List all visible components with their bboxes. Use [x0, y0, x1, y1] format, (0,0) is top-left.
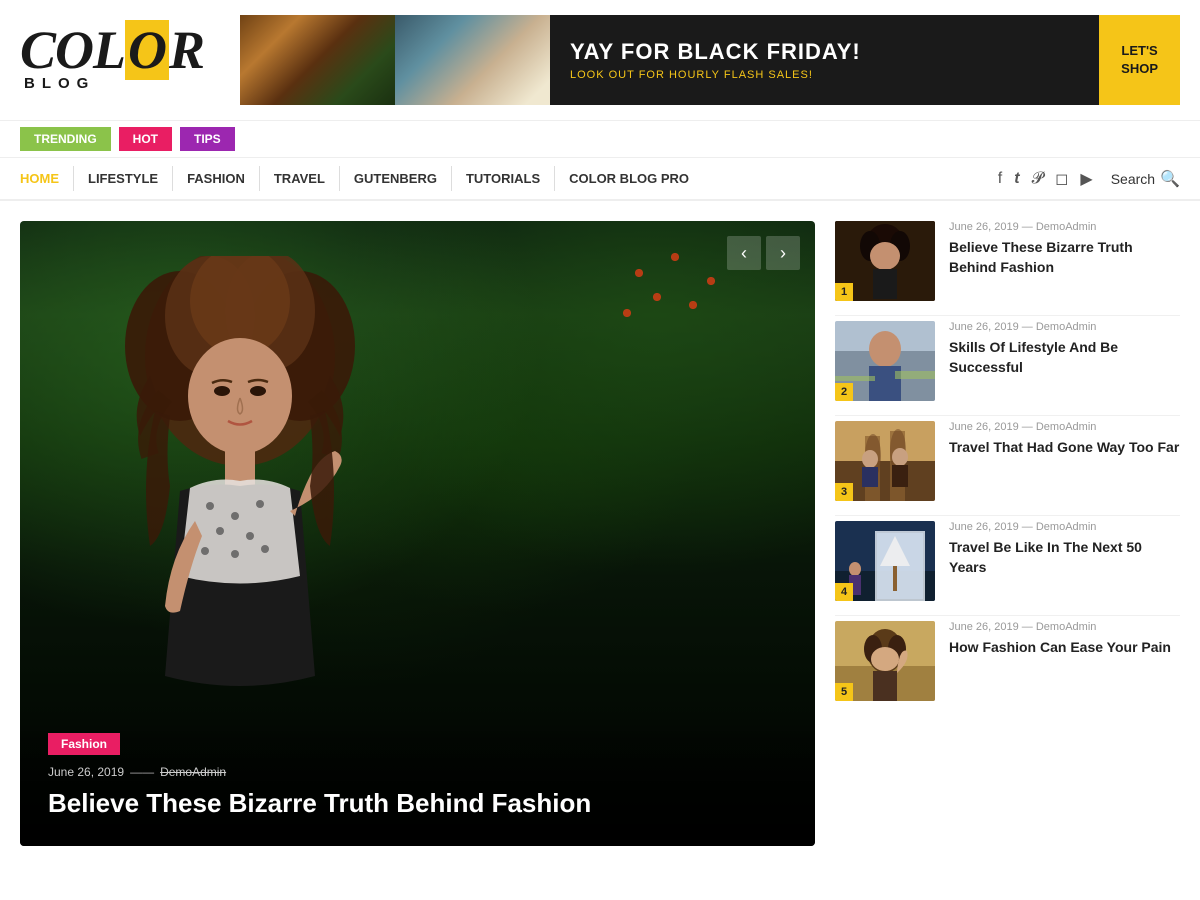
nav-colorblogpro[interactable]: COLOR BLOG PRO	[555, 166, 703, 191]
sidebar-thumb-2: 2	[835, 321, 935, 401]
sidebar-post-2-title[interactable]: Skills Of Lifestyle And Be Successful	[949, 338, 1180, 377]
thumb-num-1: 1	[835, 283, 853, 301]
sidebar-post-5-info: June 26, 2019 — DemoAdmin How Fashion Ca…	[949, 621, 1180, 658]
sidebar-post-2: 2 June 26, 2019 — DemoAdmin Skills Of Li…	[835, 321, 1180, 416]
sidebar-post-1: 1 June 26, 2019 — DemoAdmin Believe Thes…	[835, 221, 1180, 316]
sidebar-post-5-title[interactable]: How Fashion Can Ease Your Pain	[949, 638, 1180, 658]
ad-image-left	[240, 15, 395, 105]
youtube-icon[interactable]: ▶	[1080, 169, 1092, 189]
slider-date: June 26, 2019	[48, 765, 124, 779]
slider-author: DemoAdmin	[160, 765, 226, 779]
header: COLOR BLOG YAY FOR BLACK FRIDAY! LOOK OU…	[0, 0, 1200, 120]
sidebar-post-3-info: June 26, 2019 — DemoAdmin Travel That Ha…	[949, 421, 1180, 458]
nav-tutorials[interactable]: TUTORIALS	[452, 166, 555, 191]
sidebar-post-1-meta: June 26, 2019 — DemoAdmin	[949, 221, 1180, 233]
berries-layer	[615, 241, 735, 321]
ad-cta-button[interactable]: LET'S SHOP	[1099, 15, 1180, 105]
ad-banner: YAY FOR BLACK FRIDAY! LOOK OUT FOR HOURL…	[240, 15, 1180, 105]
tips-tag[interactable]: TIpS	[180, 127, 235, 151]
person-svg	[50, 256, 430, 746]
thumb-num-3: 3	[835, 483, 853, 501]
hot-tag[interactable]: HOT	[119, 127, 172, 151]
ad-image-right	[395, 15, 550, 105]
tag-nav: TRENDING HOT TIpS	[0, 120, 1200, 158]
logo-color-text: COLOR	[20, 28, 220, 74]
nav-travel[interactable]: TRAVEL	[260, 166, 340, 191]
sidebar-post-2-info: June 26, 2019 — DemoAdmin Skills Of Life…	[949, 321, 1180, 377]
slider-arrows: ‹ ›	[727, 236, 800, 270]
sidebar-thumb-1: 1	[835, 221, 935, 301]
facebook-icon[interactable]: f	[998, 170, 1002, 188]
slider-overlay: Fashion June 26, 2019 —— DemoAdmin Belie…	[20, 708, 815, 846]
instagram-icon[interactable]: ◻	[1055, 169, 1068, 189]
sidebar-post-2-meta: June 26, 2019 — DemoAdmin	[949, 321, 1180, 333]
social-icons: f t 𝓟 ◻ ▶	[998, 169, 1093, 189]
sidebar-post-1-title[interactable]: Believe These Bizarre Truth Behind Fashi…	[949, 238, 1180, 277]
person-figure	[50, 256, 430, 746]
main-slider: ‹ › Fashion June 26, 2019 —— DemoAdmin B…	[20, 221, 815, 846]
category-tag[interactable]: Fashion	[48, 733, 120, 755]
nav-home[interactable]: HOME	[20, 166, 74, 191]
sidebar-post-4-title[interactable]: Travel Be Like In The Next 50 Years	[949, 538, 1180, 577]
slider-divider: ——	[130, 765, 154, 779]
twitter-icon[interactable]: t	[1014, 170, 1019, 188]
sidebar-post-4-meta: June 26, 2019 — DemoAdmin	[949, 521, 1180, 533]
sidebar-post-1-info: June 26, 2019 — DemoAdmin Believe These …	[949, 221, 1180, 277]
sidebar-post-4: 4 June 26, 2019 — DemoAdmin Travel Be Li…	[835, 521, 1180, 616]
trending-tag[interactable]: TRENDING	[20, 127, 111, 151]
sidebar: 1 June 26, 2019 — DemoAdmin Believe Thes…	[835, 221, 1180, 846]
sidebar-thumb-3: 3	[835, 421, 935, 501]
nav-lifestyle[interactable]: LIFESTYLE	[74, 166, 173, 191]
sidebar-post-4-info: June 26, 2019 — DemoAdmin Travel Be Like…	[949, 521, 1180, 577]
thumb-num-4: 4	[835, 583, 853, 601]
ad-headline: YAY FOR BLACK FRIDAY!	[570, 39, 1079, 65]
sidebar-post-3-meta: June 26, 2019 — DemoAdmin	[949, 421, 1180, 433]
sidebar-post-5: 5 June 26, 2019 — DemoAdmin How Fashion …	[835, 621, 1180, 715]
main-nav: HOME LIFESTYLE FASHION TRAVEL GUTENBERG …	[0, 158, 1200, 201]
post-meta-slider: June 26, 2019 —— DemoAdmin	[48, 765, 787, 779]
ad-text-area: YAY FOR BLACK FRIDAY! LOOK OUT FOR HOURL…	[550, 15, 1099, 105]
pinterest-icon[interactable]: 𝓟	[1032, 170, 1044, 188]
sidebar-post-3-title[interactable]: Travel That Had Gone Way Too Far	[949, 438, 1180, 458]
next-arrow[interactable]: ›	[766, 236, 800, 270]
search-icon: 🔍	[1160, 169, 1180, 189]
thumb-num-2: 2	[835, 383, 853, 401]
sidebar-thumb-5: 5	[835, 621, 935, 701]
nav-items: HOME LIFESTYLE FASHION TRAVEL GUTENBERG …	[20, 166, 998, 191]
sidebar-post-5-meta: June 26, 2019 — DemoAdmin	[949, 621, 1180, 633]
search-area[interactable]: Search 🔍	[1111, 169, 1180, 189]
nav-fashion[interactable]: FASHION	[173, 166, 260, 191]
prev-arrow[interactable]: ‹	[727, 236, 761, 270]
thumb-num-5: 5	[835, 683, 853, 701]
content-area: ‹ › Fashion June 26, 2019 —— DemoAdmin B…	[0, 201, 1200, 866]
sidebar-thumb-4: 4	[835, 521, 935, 601]
ad-subtext: LOOK OUT FOR HOURLY FLASH SALES!	[570, 69, 1079, 81]
search-label: Search	[1111, 171, 1155, 187]
nav-gutenberg[interactable]: GUTENBERG	[340, 166, 452, 191]
sidebar-post-3: 3 June 26, 2019 — DemoAdmin Travel That …	[835, 421, 1180, 516]
slider-title[interactable]: Believe These Bizarre Truth Behind Fashi…	[48, 787, 787, 821]
logo: COLOR BLOG	[20, 28, 220, 93]
